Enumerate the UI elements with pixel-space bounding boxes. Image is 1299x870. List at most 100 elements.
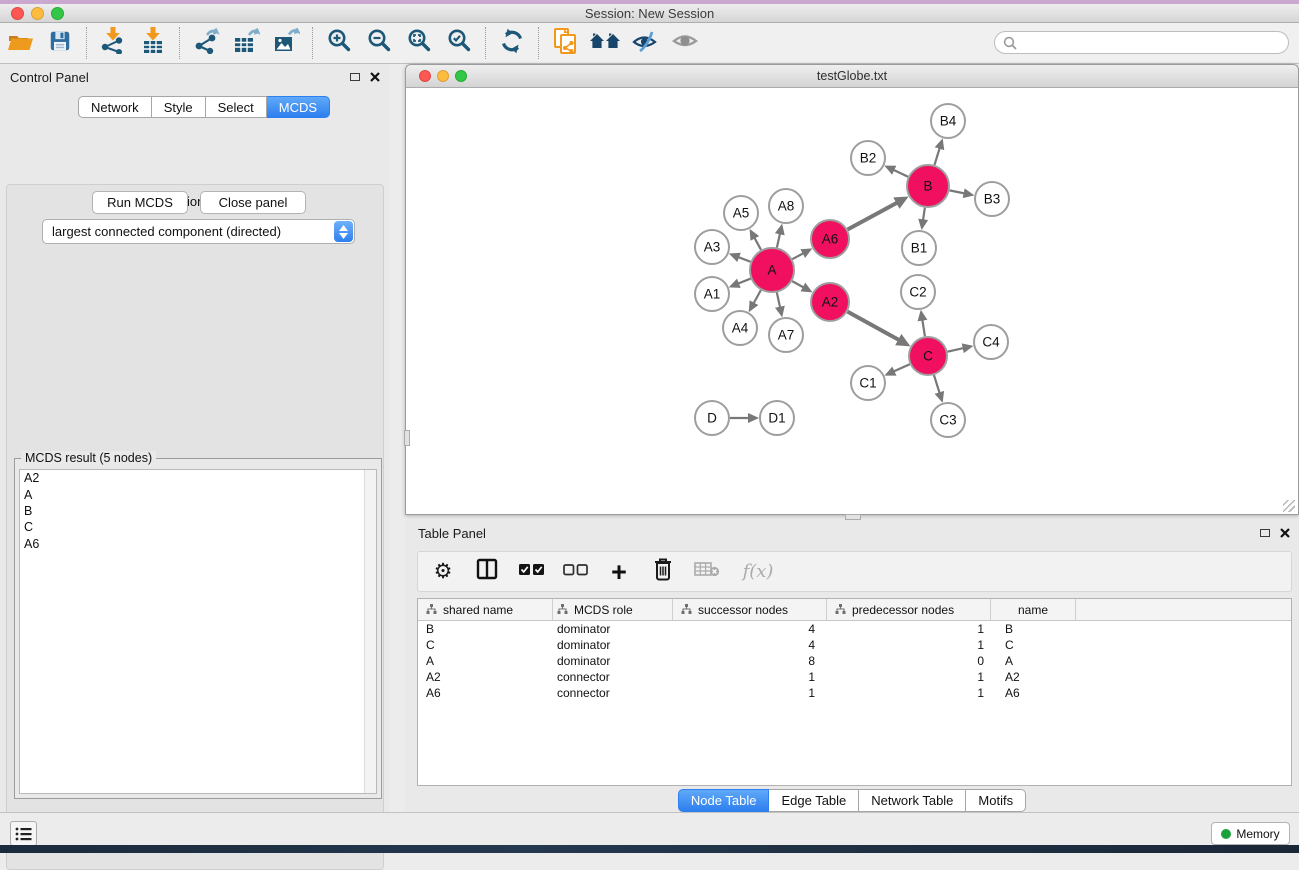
- table-cell: 1: [827, 669, 991, 685]
- column-header-predecessor-nodes[interactable]: predecessor nodes: [827, 599, 991, 620]
- node-label-C4: C4: [982, 335, 1000, 350]
- desktop-strip-bottom: [0, 845, 1299, 853]
- criterion-dropdown[interactable]: largest connected component (directed): [42, 219, 355, 244]
- edge-B-B2: [892, 169, 908, 176]
- table-row[interactable]: Cdominator41C: [418, 637, 1291, 653]
- open-file-button[interactable]: [0, 25, 40, 61]
- gear-icon: ⚙: [434, 559, 453, 584]
- home-views-button[interactable]: [585, 25, 625, 61]
- import-network-button[interactable]: [93, 25, 133, 61]
- table-row[interactable]: Adominator80A: [418, 653, 1291, 669]
- table-settings-button[interactable]: ⚙: [428, 557, 458, 587]
- export-image-button[interactable]: [266, 25, 306, 61]
- add-column-button[interactable]: +: [604, 557, 634, 587]
- delete-column-button[interactable]: [648, 557, 678, 587]
- task-history-button[interactable]: [10, 821, 37, 846]
- table-toolbar: ⚙ + f(x): [417, 551, 1292, 592]
- delete-table-button[interactable]: [692, 557, 722, 587]
- close-panel-button[interactable]: Close panel: [200, 191, 306, 214]
- import-table-button[interactable]: [133, 25, 173, 61]
- table-row[interactable]: Bdominator41B: [418, 621, 1291, 637]
- tab-motifs[interactable]: Motifs: [966, 789, 1026, 812]
- scrollbar[interactable]: [364, 470, 376, 793]
- mcds-result-item[interactable]: B: [20, 503, 376, 519]
- function-builder-button[interactable]: f(x): [736, 557, 780, 587]
- tab-mcds[interactable]: MCDS: [267, 96, 330, 118]
- criterion-value: largest connected component (directed): [43, 224, 334, 239]
- export-network-button[interactable]: [186, 25, 226, 61]
- memory-button[interactable]: Memory: [1211, 822, 1290, 845]
- tab-network-table[interactable]: Network Table: [859, 789, 966, 812]
- edge-A-A7: [777, 292, 780, 308]
- column-header-shared-name[interactable]: shared name: [418, 599, 553, 620]
- table-cell: A: [991, 653, 1076, 669]
- column-header-name[interactable]: name: [991, 599, 1076, 620]
- float-panel-icon[interactable]: [1260, 529, 1270, 537]
- tab-select[interactable]: Select: [206, 96, 267, 118]
- zoom-selected-button[interactable]: [439, 25, 479, 61]
- search-input[interactable]: [1017, 36, 1288, 50]
- column-header-successor-nodes[interactable]: successor nodes: [673, 599, 827, 620]
- zoom-fit-button[interactable]: [399, 25, 439, 61]
- mcds-result-item[interactable]: A6: [20, 536, 376, 552]
- table-cell: A2: [418, 669, 553, 685]
- node-label-C: C: [923, 349, 933, 364]
- close-panel-icon[interactable]: [1280, 528, 1290, 538]
- table-cell: 4: [673, 621, 827, 637]
- select-none-button[interactable]: [560, 557, 590, 587]
- tab-edge-table[interactable]: Edge Table: [769, 789, 859, 812]
- search-field: [994, 31, 1289, 54]
- control-panel: Control Panel Network Style Select MCDS …: [0, 64, 390, 812]
- node-label-C1: C1: [859, 376, 876, 391]
- table-cell: A6: [418, 685, 553, 701]
- toolbar-separator: [485, 27, 486, 59]
- resize-grip-icon[interactable]: [1283, 500, 1295, 512]
- mcds-result-item[interactable]: C: [20, 519, 376, 535]
- export-table-button[interactable]: [226, 25, 266, 61]
- zoom-out-button[interactable]: [359, 25, 399, 61]
- edge-A6-B: [848, 202, 899, 229]
- table-cell: 1: [827, 637, 991, 653]
- control-panel-header: Control Panel: [0, 64, 390, 90]
- zoom-in-button[interactable]: [319, 25, 359, 61]
- table-cell: dominator: [553, 621, 673, 637]
- show-graphics-button[interactable]: [665, 25, 705, 61]
- network-window-titlebar[interactable]: testGlobe.txt: [406, 65, 1298, 88]
- tab-node-table[interactable]: Node Table: [678, 789, 770, 812]
- splitter-handle[interactable]: [404, 430, 410, 446]
- close-panel-icon[interactable]: [370, 72, 380, 82]
- refresh-icon: [499, 28, 525, 59]
- column-label: predecessor nodes: [852, 603, 954, 617]
- run-mcds-button[interactable]: Run MCDS: [92, 191, 188, 214]
- edge-B-B3: [950, 190, 966, 193]
- save-session-button[interactable]: [40, 25, 80, 61]
- mcds-result-item[interactable]: A2: [20, 470, 376, 486]
- network-canvas[interactable]: B4B2BB3A5A8A6B1A3AA1C2A4A7A2C4CC1C3DD1: [407, 88, 1297, 514]
- tab-style[interactable]: Style: [152, 96, 206, 118]
- node-label-A: A: [767, 263, 776, 278]
- float-panel-icon[interactable]: [350, 73, 360, 81]
- column-header-MCDS-role[interactable]: MCDS role: [553, 599, 673, 620]
- table-row[interactable]: A2connector11A2: [418, 669, 1291, 685]
- export-table-icon: [233, 28, 260, 59]
- memory-status-icon: [1221, 829, 1231, 839]
- select-all-button[interactable]: [516, 557, 546, 587]
- node-label-A3: A3: [704, 240, 721, 255]
- table-cell: B: [991, 621, 1076, 637]
- refresh-button[interactable]: [492, 25, 532, 61]
- network-view-window: testGlobe.txt B4B2BB3A5A8A6B1A3AA1C2A4A7…: [405, 64, 1299, 515]
- show-columns-button[interactable]: [472, 557, 502, 587]
- node-label-A5: A5: [733, 206, 750, 221]
- table-cell: 1: [827, 685, 991, 701]
- table-row[interactable]: A6connector11A6: [418, 685, 1291, 701]
- mcds-result-item[interactable]: A: [20, 486, 376, 502]
- node-label-C2: C2: [909, 285, 926, 300]
- tab-network[interactable]: Network: [78, 96, 152, 118]
- node-label-A2: A2: [822, 295, 839, 310]
- attribute-icon: [426, 604, 437, 615]
- edge-B-B1: [923, 208, 925, 222]
- main-toolbar: [0, 23, 1299, 64]
- network-from-file-button[interactable]: [545, 25, 585, 61]
- toolbar-separator: [179, 27, 180, 59]
- hide-graphics-button[interactable]: [625, 25, 665, 61]
